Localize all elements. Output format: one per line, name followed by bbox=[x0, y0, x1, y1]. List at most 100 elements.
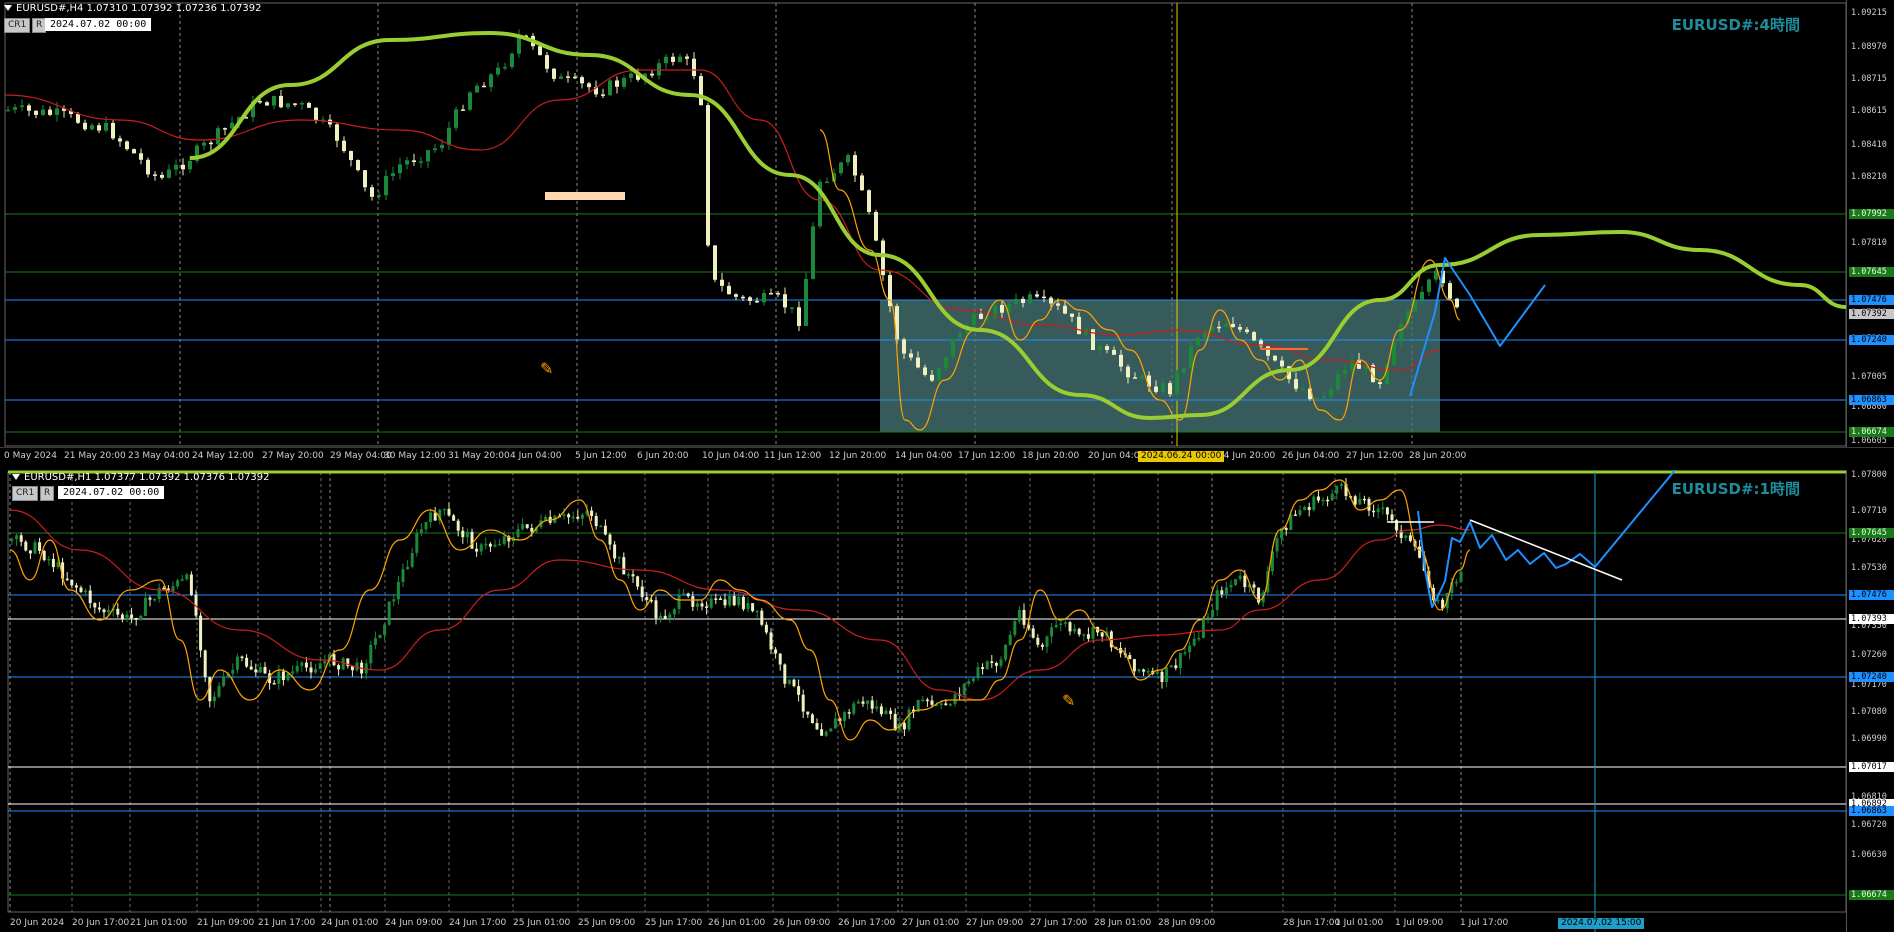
candle-body bbox=[1275, 538, 1279, 552]
collapse-triangle-icon[interactable] bbox=[12, 474, 20, 480]
h1-chart-panel[interactable]: ✎ EURUSD#,H1 1.07377 1.07392 1.07376 1.0… bbox=[0, 470, 1894, 932]
candle-body bbox=[415, 533, 419, 553]
candle-body bbox=[1128, 655, 1132, 660]
candle-body bbox=[314, 669, 318, 673]
candle-body bbox=[787, 679, 791, 684]
time-axis-label: 24 Jun 09:00 bbox=[385, 918, 443, 928]
candle-body bbox=[951, 338, 955, 357]
candle-body bbox=[820, 729, 824, 736]
candle-body bbox=[249, 666, 253, 670]
candle-body bbox=[692, 58, 696, 77]
candle-body bbox=[176, 580, 180, 587]
time-axis-label: 24 Jun 20:00 bbox=[1218, 451, 1276, 461]
candle-body bbox=[999, 659, 1003, 666]
datetime-box[interactable]: 2024.07.02 00:00 bbox=[45, 18, 152, 31]
candle-body bbox=[1178, 653, 1182, 669]
candle-body bbox=[815, 723, 819, 730]
time-axis-label: 0 May 2024 bbox=[4, 451, 57, 461]
candle-body bbox=[493, 544, 497, 547]
collapse-triangle-icon[interactable] bbox=[4, 5, 12, 11]
candle-body bbox=[1245, 329, 1249, 333]
candle-body bbox=[231, 669, 235, 674]
candle-body bbox=[1063, 305, 1067, 314]
candle-body bbox=[470, 531, 474, 549]
candle-body bbox=[1073, 628, 1077, 632]
candle-body bbox=[654, 600, 658, 619]
candle-body bbox=[884, 710, 888, 715]
price-tick-label: 1.07810 bbox=[1851, 238, 1887, 248]
candle-body bbox=[433, 512, 437, 521]
candle-body bbox=[258, 666, 262, 673]
annotation-rect bbox=[545, 192, 625, 200]
candle-body bbox=[1293, 514, 1297, 516]
candle-body bbox=[732, 595, 736, 606]
candle-body bbox=[839, 162, 843, 174]
time-axis-label: 27 May 20:00 bbox=[262, 451, 324, 461]
candle-body bbox=[1049, 297, 1053, 304]
candle-body bbox=[1082, 634, 1086, 636]
candle-body bbox=[1132, 659, 1136, 672]
cr1-button[interactable]: CR1 bbox=[12, 486, 39, 501]
candle-body bbox=[521, 524, 525, 530]
candle-body bbox=[419, 529, 423, 534]
datetime-box[interactable]: 2024.07.02 00:00 bbox=[58, 486, 165, 499]
candle-body bbox=[797, 686, 801, 695]
candle-body bbox=[1316, 496, 1320, 501]
candle-body bbox=[97, 607, 101, 610]
candle-body bbox=[853, 155, 857, 176]
candle-body bbox=[429, 512, 433, 523]
candle-body bbox=[1448, 283, 1452, 299]
candle-body bbox=[893, 714, 897, 731]
price-scale[interactable]: 1.078001.077101.076201.075301.074401.073… bbox=[1846, 470, 1894, 932]
candle-body bbox=[1042, 296, 1046, 299]
h1-symbol-info: EURUSD#,H1 1.07377 1.07392 1.07376 1.073… bbox=[24, 472, 270, 483]
candle-body bbox=[498, 544, 502, 546]
candle-body bbox=[120, 614, 124, 620]
candle-body bbox=[801, 694, 805, 712]
candle-body bbox=[699, 76, 703, 106]
h4-chart-canvas[interactable]: ✎ bbox=[0, 0, 1846, 447]
candle-body bbox=[401, 569, 405, 582]
candle-body bbox=[571, 516, 575, 519]
candle-body bbox=[1330, 493, 1334, 501]
candle-body bbox=[1217, 326, 1221, 329]
time-axis-label: 4 Jun 04:00 bbox=[510, 451, 562, 461]
candle-body bbox=[13, 107, 17, 110]
cr1-button[interactable]: CR1 bbox=[4, 18, 31, 33]
candle-body bbox=[263, 666, 267, 674]
candle-body bbox=[1243, 575, 1247, 588]
candle-body bbox=[83, 122, 87, 130]
candle-body bbox=[1206, 616, 1210, 619]
time-axis-label: 27 Jun 12:00 bbox=[1346, 451, 1404, 461]
candle-body bbox=[38, 542, 42, 551]
candle-body bbox=[48, 109, 52, 115]
time-axis-label: 30 May 12:00 bbox=[384, 451, 446, 461]
candle-body bbox=[24, 541, 28, 551]
r-button[interactable]: R bbox=[40, 486, 55, 501]
candle-body bbox=[1252, 332, 1256, 341]
h1-chart-canvas[interactable]: ✎ bbox=[0, 470, 1846, 932]
candle-body bbox=[419, 161, 423, 163]
candle-body bbox=[1140, 375, 1144, 379]
candle-body bbox=[70, 579, 74, 586]
candle-body bbox=[580, 514, 584, 519]
candle-body bbox=[307, 102, 311, 108]
price-scale[interactable]: 1.09215 1.08970 1.08715 1.08615 1.08410 1.082… bbox=[1846, 0, 1894, 447]
price-level-badge: 1.07240 bbox=[1849, 672, 1894, 682]
candle-body bbox=[695, 603, 699, 607]
candle-body bbox=[28, 550, 32, 554]
candle-body bbox=[180, 579, 184, 581]
candle-body bbox=[861, 701, 865, 704]
price-level-badge: 1.07476 bbox=[1849, 295, 1894, 305]
time-axis-label: 28 Jun 09:00 bbox=[1158, 918, 1216, 928]
candle-body bbox=[1059, 623, 1063, 626]
candle-body bbox=[875, 706, 879, 709]
h4-chart-panel[interactable]: ✎ EURUSD#,H4 1.07310 1.07392 1.07236 1.0… bbox=[0, 0, 1894, 447]
candle-body bbox=[1004, 644, 1008, 660]
panel-separator[interactable]: 0 May 2024 21 May 20:00 23 May 04:00 24 May… bbox=[0, 447, 1894, 471]
candle-body bbox=[953, 694, 957, 704]
candle-body bbox=[300, 102, 304, 105]
price-level-badge: 1.07645 bbox=[1849, 267, 1894, 277]
candle-body bbox=[1459, 571, 1463, 582]
time-axis-label: 28 Jun 01:00 bbox=[1094, 918, 1152, 928]
